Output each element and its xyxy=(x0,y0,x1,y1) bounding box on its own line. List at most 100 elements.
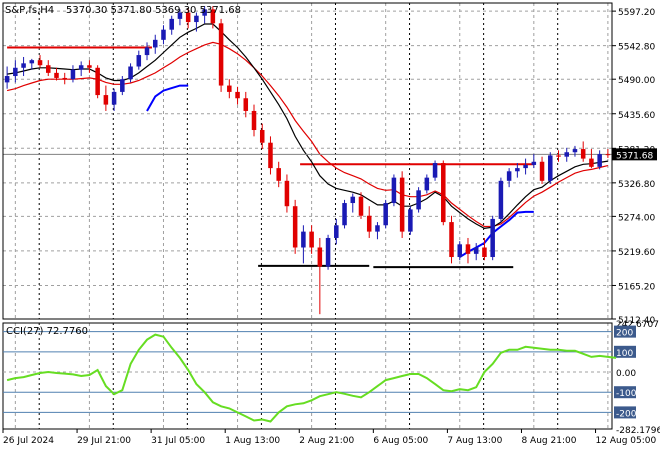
price-tick-label: 5165.20 xyxy=(618,282,655,292)
ema-fast-line xyxy=(7,23,608,230)
cci-pane: 242.67072001000.00-100-200-282.1796 xyxy=(3,320,660,436)
candle-bull xyxy=(334,225,339,238)
cci-tick-label: -282.1796 xyxy=(616,426,660,436)
support-trend-line xyxy=(146,84,189,112)
candle-bear xyxy=(358,196,364,216)
cci-pane-border xyxy=(2,322,613,430)
candle-bull xyxy=(572,149,578,153)
price-tick-label: 5435.60 xyxy=(618,111,655,121)
price-pane-border xyxy=(2,2,613,320)
time-axis: 26 Jul 2024 29 Jul 21:00 31 Jul 05:00 1 Aug… xyxy=(2,429,657,446)
candle-bull xyxy=(548,155,553,181)
candle-bull xyxy=(432,163,438,178)
candle-bull xyxy=(457,244,463,258)
candle-bull xyxy=(301,231,306,248)
candle-bear xyxy=(580,149,586,159)
time-tick-label: 6 Aug 05:00 xyxy=(373,436,428,446)
candle-bull xyxy=(144,47,150,56)
candle-bull xyxy=(194,15,199,23)
candle-bear xyxy=(251,110,257,131)
time-tick-label: 26 Jul 2024 xyxy=(3,436,54,446)
price-tick-label: 5542.80 xyxy=(618,43,655,53)
price-tick-label: 5219.60 xyxy=(618,248,655,258)
candle-bear xyxy=(276,168,281,181)
cci-label: CCI(27) 72.7760 xyxy=(6,326,88,337)
candle-bear xyxy=(309,231,314,248)
candle-bear xyxy=(37,60,43,66)
candle-bull xyxy=(506,171,512,181)
current-price-label: 5371.68 xyxy=(616,151,653,161)
symbol-title: S&P,fs,H4 xyxy=(5,5,54,16)
candle-bull xyxy=(152,39,158,48)
candle-bear xyxy=(227,85,232,92)
trend-lines xyxy=(3,23,612,269)
candle-bull xyxy=(120,79,125,92)
price-axis: 5597.205542.805490.005435.605381.205326.… xyxy=(612,8,657,326)
candle-bull xyxy=(375,225,380,232)
candle-bull xyxy=(342,203,347,226)
candle-bull xyxy=(13,67,18,77)
ohlc-readout: 5370.30 5371.80 5369.30 5371.68 xyxy=(66,5,241,16)
candle-bear xyxy=(218,23,224,86)
candle-bull xyxy=(161,29,166,40)
price-tick-label: 5597.20 xyxy=(618,8,655,18)
candle-bull xyxy=(473,247,479,254)
candle-bear xyxy=(243,98,249,111)
candle-bull xyxy=(350,196,356,204)
candle-bull xyxy=(29,60,35,64)
candle-bear xyxy=(465,244,471,254)
candle-bear xyxy=(539,161,545,181)
candle-bull xyxy=(564,152,569,157)
candle-bear xyxy=(54,72,59,78)
candle-bull xyxy=(383,203,388,226)
cci-tick-label: 0.00 xyxy=(616,369,636,379)
candle-bear xyxy=(103,95,109,105)
cci-tick-label: 100 xyxy=(616,349,633,359)
candle-bull xyxy=(325,237,331,267)
time-tick-label: 31 Jul 05:00 xyxy=(151,436,205,446)
time-tick-label: 1 Aug 13:00 xyxy=(225,436,280,446)
candle-bull xyxy=(70,69,76,80)
candle-bear xyxy=(268,142,273,169)
candle-bear xyxy=(95,67,100,96)
price-tick-label: 5326.80 xyxy=(618,180,655,190)
candle-bear xyxy=(284,180,290,207)
candle-bear xyxy=(259,130,265,143)
candle-bear xyxy=(366,215,372,232)
time-tick-label: 12 Aug 05:00 xyxy=(596,436,657,446)
cci-tick-label: -100 xyxy=(616,389,637,399)
price-tick-label: 5490.00 xyxy=(618,76,655,86)
candle-bull xyxy=(597,154,602,167)
price-tick-label: 5274.00 xyxy=(618,213,655,223)
candle-bull xyxy=(416,190,421,210)
candle-bear xyxy=(317,247,323,267)
candle-bull xyxy=(128,66,133,80)
cci-tick-label: 200 xyxy=(616,329,633,339)
price-chart[interactable]: 5597.205542.805490.005435.605381.205326.… xyxy=(0,0,660,450)
candle-bear xyxy=(556,155,561,157)
candle-bull xyxy=(391,177,397,204)
candle-bull xyxy=(531,161,537,165)
candle-bear xyxy=(62,77,67,80)
support-trend-line xyxy=(459,210,534,258)
candle-bull xyxy=(78,65,84,70)
time-tick-label: 29 Jul 21:00 xyxy=(77,436,131,446)
candle-bull xyxy=(424,177,430,191)
candle-bull xyxy=(169,18,174,30)
candle-bear xyxy=(87,65,92,68)
candle-bear xyxy=(482,247,487,258)
cci-tick-label: -200 xyxy=(616,409,637,419)
candle-bear xyxy=(605,154,611,156)
candle-bull xyxy=(4,76,10,83)
candle-bull xyxy=(21,63,26,68)
time-tick-label: 8 Aug 21:00 xyxy=(521,436,576,446)
time-tick-label: 7 Aug 13:00 xyxy=(447,436,502,446)
candle-bull xyxy=(515,168,520,172)
candle-bear xyxy=(449,222,454,258)
candle-bear xyxy=(589,158,594,167)
candle-bull xyxy=(490,218,495,258)
candle-series xyxy=(4,6,611,315)
candle-bull xyxy=(136,55,142,67)
candle-bear xyxy=(235,91,240,99)
grid-lines xyxy=(3,3,612,429)
